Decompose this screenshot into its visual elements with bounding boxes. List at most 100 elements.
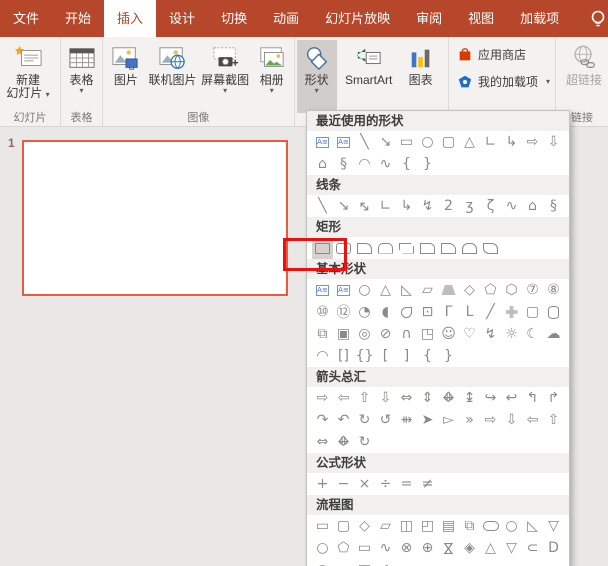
shape-freeform[interactable]: ⌂ xyxy=(522,196,543,217)
shape-division-sign[interactable]: ÷ xyxy=(375,474,396,495)
shape-diamond[interactable]: ◇ xyxy=(459,280,480,301)
tab-slideshow[interactable]: 幻灯片放映 xyxy=(312,0,403,37)
shape-left-arrow-callout[interactable]: ⇦ xyxy=(522,410,543,431)
shape-left-right-up-arrow[interactable]: ↨ xyxy=(459,388,480,409)
shape-bevel[interactable]: ▣ xyxy=(333,324,354,345)
shape-right-brace[interactable]: } xyxy=(438,346,459,367)
shapes-dropdown-arrow[interactable]: ▾ xyxy=(315,87,319,95)
my-addins-dropdown-arrow[interactable]: ▾ xyxy=(546,77,550,86)
shape-disk[interactable]: ▭ xyxy=(333,560,354,566)
shape-curved-down-arrow[interactable]: ↻ xyxy=(354,410,375,431)
shape-not-equal-sign[interactable]: ≠ xyxy=(417,474,438,495)
shape-heart[interactable]: ♡ xyxy=(459,324,480,345)
tab-review[interactable]: 审阅 xyxy=(403,0,455,37)
shape-cloud[interactable]: ☁ xyxy=(543,324,564,345)
shape-octagon[interactable]: ⑧ xyxy=(543,280,564,301)
chart-button[interactable]: 图表 xyxy=(401,40,441,87)
shape-right-arrow[interactable]: ⇨ xyxy=(312,388,333,409)
shape-trapezoid[interactable] xyxy=(438,280,459,301)
hyperlink-button[interactable]: 超链接 xyxy=(562,40,606,87)
shape-round-single-corner-rectangle[interactable] xyxy=(438,238,459,259)
shape-parallelogram[interactable]: ▱ xyxy=(417,280,438,301)
shape-round-same-side-corner-rectangle[interactable] xyxy=(459,238,480,259)
shape-right-arrow[interactable]: ⇨ xyxy=(522,132,543,153)
shape-curve[interactable]: ∿ xyxy=(375,154,396,175)
shape-chord[interactable]: ◖ xyxy=(375,302,396,323)
shape-round-diagonal-corner-rectangle[interactable] xyxy=(480,238,501,259)
shape-right-brace[interactable]: } xyxy=(417,154,438,175)
table-button[interactable]: 表格 ▾ xyxy=(63,40,100,95)
shape-moon[interactable]: ☾ xyxy=(522,324,543,345)
shape-notched-right-arrow[interactable]: ➤ xyxy=(417,410,438,431)
shape-can[interactable] xyxy=(543,302,564,323)
shape-or[interactable]: ⊕ xyxy=(417,538,438,559)
shape-u-turn-arrow[interactable]: ↩ xyxy=(501,388,522,409)
shape-equal-sign[interactable]: = xyxy=(396,474,417,495)
shape-snip-and-round-single-corner-rectangle[interactable] xyxy=(417,238,438,259)
shape-multidocument[interactable]: ⧉ xyxy=(459,516,480,537)
shape-curved-up-arrow[interactable]: ↺ xyxy=(375,410,396,431)
shape-snip-diagonal-corner-rectangle[interactable] xyxy=(396,238,417,259)
shape-left-arrow[interactable]: ⇦ xyxy=(333,388,354,409)
shape-plus-sign[interactable]: + xyxy=(312,474,333,495)
shape-arc[interactable]: ◠ xyxy=(312,346,333,367)
shape-right-bracket[interactable]: ] xyxy=(396,346,417,367)
shape-line-arrow[interactable]: ↘ xyxy=(375,132,396,153)
shape-dodecagon[interactable]: ⑫ xyxy=(333,302,354,323)
shape-rectangle[interactable]: ▭ xyxy=(396,132,417,153)
shape-double-bracket[interactable]: [] xyxy=(333,346,354,367)
shape-left-right-arrow-callout[interactable]: ⇔ xyxy=(312,432,333,453)
shape-left-bracket[interactable]: [ xyxy=(375,346,396,367)
shape-down-arrow-callout[interactable]: ⇩ xyxy=(501,410,522,431)
shape-corner[interactable]: L xyxy=(459,302,480,323)
shape-diagonal-stripe[interactable]: ╱ xyxy=(480,302,501,323)
shape-double-brace[interactable]: {} xyxy=(354,346,375,367)
shape-elbow-connector[interactable]: ∟ xyxy=(480,132,501,153)
shape-text-box[interactable]: A≡ xyxy=(312,132,333,153)
screenshot-button[interactable]: 屏幕截图 ▾ xyxy=(200,40,250,95)
shape-process[interactable]: ▭ xyxy=(312,516,333,537)
shape-oval[interactable]: ○ xyxy=(417,132,438,153)
shape-circular-arrow[interactable]: ↻ xyxy=(354,432,375,453)
shape-extract[interactable]: △ xyxy=(480,538,501,559)
shape-up-arrow[interactable]: ⇧ xyxy=(354,388,375,409)
shape-smiley-face[interactable]: ☺ xyxy=(438,324,459,345)
shape-isosceles-triangle[interactable]: △ xyxy=(375,280,396,301)
shape-data[interactable]: ▱ xyxy=(375,516,396,537)
shape-scribble[interactable]: § xyxy=(333,154,354,175)
pictures-button[interactable]: 图片 xyxy=(107,40,145,87)
shape-sequential-access-storage[interactable]: ○ xyxy=(312,560,333,566)
shape-half-frame[interactable]: Γ xyxy=(438,302,459,323)
app-store-button[interactable]: 应用商店 xyxy=(457,46,550,63)
shape-document[interactable]: ▤ xyxy=(438,516,459,537)
shape-right-triangle[interactable]: ◺ xyxy=(396,280,417,301)
shape-terminator[interactable] xyxy=(480,516,501,537)
shape-isosceles-triangle[interactable]: △ xyxy=(459,132,480,153)
shapes-button[interactable]: 形状 ▾ xyxy=(296,40,337,113)
tab-design[interactable]: 设计 xyxy=(156,0,208,37)
shape-sun[interactable]: ☼ xyxy=(501,324,522,345)
table-dropdown-arrow[interactable]: ▾ xyxy=(79,87,83,95)
my-addins-button[interactable]: 我的加载项 ▾ xyxy=(457,73,550,90)
shape-hexagon[interactable]: ⬡ xyxy=(501,280,522,301)
shape-snip-single-corner-rectangle[interactable] xyxy=(354,238,375,259)
shape-quad-arrow-callout[interactable]: ↔ xyxy=(333,432,354,453)
shape-heptagon[interactable]: ⑦ xyxy=(522,280,543,301)
shape-pentagon-arrow[interactable]: ▻ xyxy=(438,410,459,431)
shape-plaque[interactable]: ▢ xyxy=(522,302,543,323)
shape-donut[interactable]: ◎ xyxy=(354,324,375,345)
shape-snip-same-side-corner-rectangle[interactable] xyxy=(375,238,396,259)
shape-elbow-arrow-connector[interactable]: ↳ xyxy=(396,196,417,217)
shape-no-symbol[interactable]: ⊘ xyxy=(375,324,396,345)
shape-connector[interactable]: ○ xyxy=(312,538,333,559)
tab-view[interactable]: 视图 xyxy=(455,0,507,37)
shape-left-brace[interactable]: { xyxy=(417,346,438,367)
shape-curved-right-arrow[interactable]: ↷ xyxy=(312,410,333,431)
shape-rounded-rectangle[interactable]: ▢ xyxy=(438,132,459,153)
tab-insert[interactable]: 插入 xyxy=(104,0,157,37)
shape-direct-access-storage[interactable]: ◫ xyxy=(354,560,375,566)
photo-album-button[interactable]: 相册 ▾ xyxy=(254,40,290,95)
shape-left-right-arrow[interactable]: ⇔ xyxy=(396,388,417,409)
tab-addins[interactable]: 加载项 xyxy=(507,0,572,37)
shape-cube[interactable]: ⧉ xyxy=(312,324,333,345)
